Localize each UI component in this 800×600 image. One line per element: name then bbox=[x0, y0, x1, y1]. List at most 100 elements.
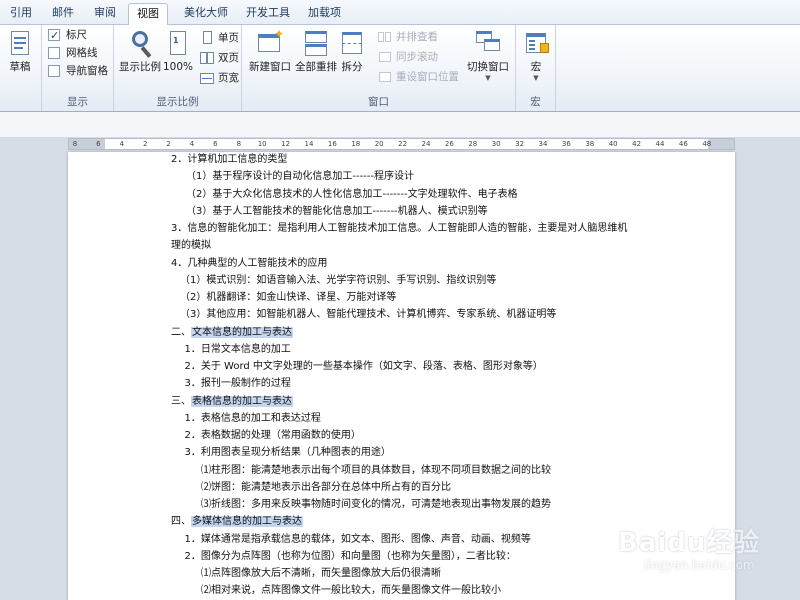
ruler-tick-label: 6 bbox=[96, 140, 101, 148]
two-pages-button[interactable]: 双页 bbox=[200, 49, 239, 67]
ruler-tick-label: 4 bbox=[119, 140, 125, 148]
new-window-button[interactable]: ✦ 新建窗口 bbox=[246, 28, 294, 74]
document-line: ⑴点阵图像放大后不清晰，而矢量图像放大后仍很清晰 bbox=[201, 566, 441, 582]
group-show-label: 显示 bbox=[67, 96, 88, 108]
tab-review[interactable]: 审阅 bbox=[86, 3, 124, 25]
selected-heading-text: 文本信息的加工与表达 bbox=[191, 326, 293, 338]
group-show: 标尺 网格线 导航窗格 显示 bbox=[42, 25, 114, 111]
ruler-tick-label: 26 bbox=[444, 140, 454, 148]
two-pages-icon bbox=[200, 51, 214, 65]
ruler-tick-label: 4 bbox=[189, 140, 195, 148]
line-text: 3．利用图表呈现分析结果（几种图表的用途） bbox=[184, 447, 391, 459]
split-icon bbox=[336, 29, 368, 59]
ruler-tick-label: 24 bbox=[421, 140, 431, 148]
tab-references[interactable]: 引用 bbox=[2, 3, 40, 25]
switch-windows-button[interactable]: 切换窗口 ▼ bbox=[464, 29, 512, 82]
watermark-url-text: jingyan.baidu.com bbox=[644, 558, 755, 572]
ruler-tick-label: 40 bbox=[608, 140, 618, 148]
ruler-tick-label: 36 bbox=[561, 140, 571, 148]
group-macros-label: 宏 bbox=[530, 96, 541, 108]
section-number: 二、 bbox=[171, 326, 191, 338]
gridlines-checkbox[interactable]: 网格线 bbox=[48, 44, 98, 62]
line-text: ⑵饼图：能清楚地表示出各部分在总体中所占有的百分比 bbox=[201, 481, 451, 493]
side-by-side-icon bbox=[378, 30, 392, 44]
ruler-tick-label: 8 bbox=[236, 140, 242, 148]
zoom-100-button[interactable]: 1 100% bbox=[158, 29, 198, 74]
macros-button[interactable]: 宏 ▼ bbox=[512, 29, 560, 82]
tab-mailings[interactable]: 邮件 bbox=[44, 3, 82, 25]
ruler-right-margin bbox=[708, 139, 734, 149]
line-text: （3）其他应用：如智能机器人、智能代理技术、计算机博弈、专家系统、机器证明等 bbox=[180, 309, 557, 321]
reset-position-icon bbox=[378, 70, 392, 84]
line-text: 1．日常文本信息的加工 bbox=[184, 343, 291, 355]
ribbon-view: 草稿 标尺 网格线 导航窗格 显示 显示比例 1 bbox=[0, 25, 800, 112]
document-line: 1．表格信息的加工和表达过程 bbox=[185, 411, 321, 427]
ruler-tick-label: 44 bbox=[655, 140, 665, 148]
line-text: ⑴柱形图：能清楚地表示出每个项目的具体数目，体现不同项目数据之间的比较 bbox=[201, 464, 551, 476]
group-macros: 宏 ▼ 宏 bbox=[516, 25, 556, 111]
line-text: ⑴点阵图像放大后不清晰，而矢量图像放大后仍很清晰 bbox=[201, 568, 441, 579]
document-line: （3）其他应用：如智能机器人、智能代理技术、计算机博弈、专家系统、机器证明等 bbox=[180, 307, 556, 323]
document-line: 1．日常文本信息的加工 bbox=[185, 342, 291, 358]
tab-view[interactable]: 视图 bbox=[128, 3, 168, 26]
sync-scroll-label: 同步滚动 bbox=[396, 51, 438, 63]
line-text: ⑶折线图：多用来反映事物随时间变化的情况，可清楚地表现出事物发展的趋势 bbox=[201, 499, 551, 510]
group-views: 草稿 bbox=[0, 25, 42, 111]
selected-heading-text: 多媒体信息的加工与表达 bbox=[191, 516, 303, 528]
zoom-button[interactable]: 显示比例 bbox=[116, 29, 164, 74]
zoom-100-label: 100% bbox=[162, 61, 194, 73]
document-line: 3．信息的智能化加工：是指利用人工智能技术加工信息。人工智能即人造的智能，主要是… bbox=[171, 221, 627, 237]
macros-dropdown-icon: ▼ bbox=[533, 74, 539, 82]
split-label: 拆分 bbox=[341, 61, 363, 73]
ruler-tick-label: 2 bbox=[142, 140, 148, 148]
ruler-checkbox[interactable]: 标尺 bbox=[48, 26, 87, 45]
document-line: 3．报刊一般制作的过程 bbox=[185, 376, 291, 392]
document-line: ⑴柱形图：能清楚地表示出每个项目的具体数目，体现不同项目数据之间的比较 bbox=[201, 463, 551, 479]
draft-icon bbox=[4, 29, 36, 59]
ruler-tick-label: 12 bbox=[281, 140, 291, 148]
gridlines-check-box bbox=[48, 47, 60, 59]
document-line: 3．利用图表呈现分析结果（几种图表的用途） bbox=[185, 445, 391, 461]
horizontal-ruler[interactable]: 8 6 4 2 2 4 6 8 10 12 14 16 18 20 22 24 26 28 30 32 34 36 38 40… bbox=[68, 138, 735, 150]
page-100-icon: 1 bbox=[162, 29, 194, 59]
synchronous-scrolling-button[interactable]: 同步滚动 bbox=[378, 48, 438, 66]
page-width-button[interactable]: 页宽 bbox=[200, 69, 239, 87]
tab-beautify-master[interactable]: 美化大师 bbox=[176, 3, 236, 25]
arrange-all-button[interactable]: 全部重排 bbox=[292, 29, 340, 74]
ruler-tick-label: 34 bbox=[538, 140, 548, 148]
draft-label: 草稿 bbox=[9, 61, 31, 73]
line-text: ⑵相对来说，点阵图像文件一般比较大，而矢量图像文件一般比较小 bbox=[201, 585, 501, 597]
document-line: 2．表格数据的处理（常用函数的使用） bbox=[185, 428, 361, 444]
tab-add-ins[interactable]: 加载项 bbox=[300, 3, 349, 25]
document-line: ⑵相对来说，点阵图像文件一般比较大，而矢量图像文件一般比较小 bbox=[201, 583, 501, 599]
selected-heading-text: 表格信息的加工与表达 bbox=[191, 395, 293, 407]
ruler-tick-label: 42 bbox=[632, 140, 642, 148]
draft-button[interactable]: 草稿 bbox=[0, 29, 44, 74]
ruler-tick-label: 14 bbox=[304, 140, 314, 148]
ribbon-bottom-strip bbox=[0, 112, 800, 138]
arrange-all-label: 全部重排 bbox=[295, 61, 337, 73]
document-line: 4．几种典型的人工智能技术的应用 bbox=[171, 256, 327, 272]
side-by-side-label: 并排查看 bbox=[396, 31, 438, 43]
navigation-pane-checkbox[interactable]: 导航窗格 bbox=[48, 62, 108, 80]
section-heading: 四、多媒体信息的加工与表达 bbox=[171, 514, 303, 530]
document-line: 2．图像分为点阵图（也称为位图）和向量图（也称为矢量图），二者比较： bbox=[185, 549, 516, 565]
group-window-label: 窗口 bbox=[368, 96, 389, 108]
group-zoom-label: 显示比例 bbox=[156, 96, 199, 108]
ruler-tick-label: 6 bbox=[213, 140, 218, 148]
line-text: （2）基于大众化信息技术的人性化信息加工-------文字处理软件、电子表格 bbox=[186, 188, 518, 200]
baidu-jingyan-watermark: Baidu经验 jingyan.baidu.com bbox=[618, 522, 798, 582]
one-page-button[interactable]: 单页 bbox=[200, 29, 239, 47]
split-button[interactable]: 拆分 bbox=[334, 29, 370, 74]
watermark-main-text: Baidu经验 bbox=[618, 528, 761, 558]
tab-developer[interactable]: 开发工具 bbox=[238, 3, 298, 25]
macros-label: 宏 bbox=[530, 61, 542, 73]
reset-window-position-button[interactable]: 重设窗口位置 bbox=[378, 68, 459, 86]
ruler-tick-label: 32 bbox=[515, 140, 525, 148]
view-side-by-side-button[interactable]: 并排查看 bbox=[378, 28, 438, 46]
line-text: （1）模式识别：如语音输入法、光学字符识别、手写识别、指纹识别等 bbox=[180, 274, 497, 286]
line-text: 2．关于 Word 中文字处理的一些基本操作（如文字、段落、表格、图形对象等） bbox=[184, 361, 543, 372]
ruler-tick-label: 28 bbox=[468, 140, 478, 148]
nav-pane-check-box bbox=[48, 65, 60, 77]
group-window: ✦ 新建窗口 全部重排 拆分 并排查看 同步滚动 重设窗口位置 切换窗口 ▼ 窗… bbox=[242, 25, 516, 111]
